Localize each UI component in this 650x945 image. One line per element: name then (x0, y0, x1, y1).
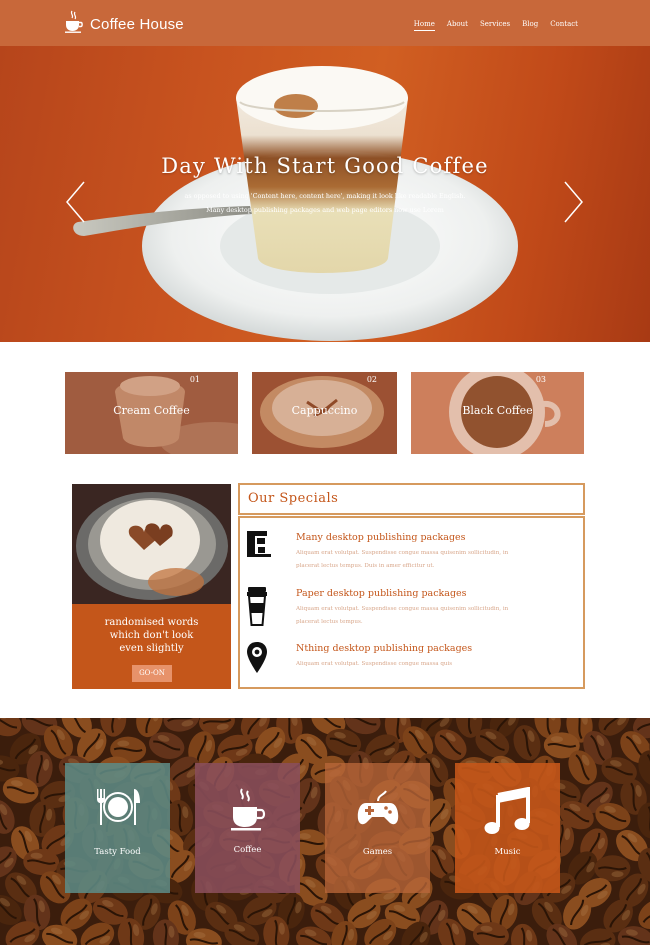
tile-number: 02 (366, 375, 377, 384)
go-on-button[interactable]: GO-ON (132, 665, 172, 682)
chevron-left-icon[interactable] (64, 180, 88, 224)
promo-line3: even slightly (119, 643, 184, 654)
special-item-title[interactable]: Many desktop publishing packages (296, 532, 466, 543)
coffee-cup-icon (64, 10, 84, 38)
service-label: Games (362, 847, 393, 857)
special-item-text: Aliquam erat volutpat. Suspendisse congu… (296, 606, 509, 612)
service-label: Coffee (233, 845, 262, 855)
takeaway-cup-icon (246, 585, 272, 626)
gamepad-icon (325, 787, 430, 833)
tile-label: Cream Coffee (113, 404, 190, 417)
special-item-title[interactable]: Nthing desktop publishing packages (296, 643, 472, 654)
service-tasty-food[interactable]: Tasty Food (65, 763, 170, 893)
coffee-machine-icon (246, 530, 272, 570)
tile-label: Cappuccino (291, 404, 358, 417)
nav-home[interactable]: Home (413, 20, 435, 31)
main-nav: Home About Services Blog Contact (413, 20, 578, 31)
nav-about[interactable]: About (447, 20, 468, 31)
brand-name: Coffee House (90, 15, 184, 33)
hero-subtitle-line2: Many desktop publishing packages and web… (206, 206, 444, 214)
special-item-text: placerat lectus tempus. Duis in amer eff… (296, 563, 435, 569)
category-tile-cappuccino[interactable]: 02 Cappuccino (252, 372, 397, 454)
coffee-cup-icon (195, 787, 300, 833)
tile-number: 03 (535, 375, 546, 384)
promo-line2: which don't look (109, 630, 194, 641)
category-tile-black-coffee[interactable]: 03 Black Coffee (411, 372, 584, 454)
cutlery-icon (65, 787, 170, 833)
special-item-text: placerat lectus tempus. (296, 619, 363, 625)
tile-number: 01 (189, 375, 200, 384)
service-games[interactable]: Games (325, 763, 430, 893)
service-label: Tasty Food (94, 847, 141, 857)
nav-contact[interactable]: Contact (550, 20, 578, 31)
nav-blog[interactable]: Blog (522, 20, 538, 31)
location-pin-icon (246, 641, 272, 681)
music-note-icon (455, 787, 560, 834)
site-header: Coffee House Home About Services Blog Co… (0, 0, 650, 46)
specials-photo (72, 484, 231, 604)
specials-title: Our Specials (248, 491, 339, 506)
promo-text: randomised words which don't look even s… (72, 616, 231, 655)
promo-line1: randomised words (104, 617, 199, 628)
hero-slider: Day With Start Good Coffee as opposed to… (0, 46, 650, 342)
special-item-text: Aliquam erat volutpat. Suspendisse congu… (296, 661, 453, 667)
specials-header: Our Specials (238, 483, 585, 515)
service-music[interactable]: Music (455, 763, 560, 893)
special-item-text: Aliquam erat volutpat. Suspendisse congu… (296, 550, 509, 556)
brand-logo[interactable]: Coffee House (64, 10, 184, 38)
hero-subtitle-line1: as opposed to using 'Content here, conte… (184, 192, 466, 200)
nav-services[interactable]: Services (480, 20, 510, 31)
special-item-title[interactable]: Paper desktop publishing packages (296, 588, 467, 599)
category-tile-cream-coffee[interactable]: 01 Cream Coffee (65, 372, 238, 454)
latte-art-image (72, 484, 231, 604)
chevron-right-icon[interactable] (561, 180, 585, 224)
service-label: Music (494, 847, 521, 857)
hero-title: Day With Start Good Coffee (161, 154, 489, 178)
service-coffee[interactable]: Coffee (195, 763, 300, 893)
tile-label: Black Coffee (462, 404, 533, 417)
